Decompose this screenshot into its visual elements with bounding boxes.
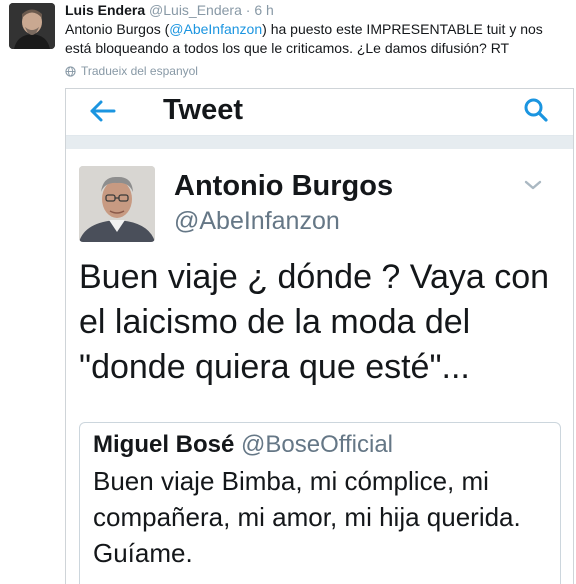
- author-name[interactable]: Luis Endera: [65, 2, 145, 18]
- quoted-tweet-text: Buen viaje Bimba, mi cómplice, mi compañ…: [93, 466, 521, 568]
- page-title: Tweet: [163, 94, 244, 126]
- quoted-author-handle: @BoseOfficial: [241, 431, 394, 458]
- outer-tweet: Luis Endera @Luis_Endera · 6 h Antonio B…: [0, 0, 576, 584]
- search-icon[interactable]: [523, 97, 549, 123]
- quoted-tweet[interactable]: Miguel Bosé @BoseOfficial Buen viaje Bim…: [79, 422, 561, 584]
- author-name[interactable]: Antonio Burgos: [174, 170, 393, 203]
- chevron-down-icon[interactable]: [523, 178, 543, 192]
- globe-icon: [65, 65, 76, 77]
- quoted-author-name: Miguel Bosé: [93, 431, 235, 458]
- tweet-detail: Antonio Burgos @AbeInfanzon Buen viaje ¿…: [66, 149, 573, 584]
- avatar[interactable]: [9, 3, 55, 49]
- tweet-body-text: Buen viaje ¿ dónde ? Vaya con el laicism…: [79, 258, 550, 386]
- app-topbar: Tweet: [66, 89, 573, 136]
- author-handle[interactable]: @Luis_Endera: [149, 2, 242, 18]
- tweet-header: Luis Endera @Luis_Endera · 6 h: [65, 1, 274, 19]
- quoted-tweet-header: Miguel Bosé @BoseOfficial: [93, 431, 393, 459]
- translate-label: Tradueix del espanyol: [81, 64, 198, 78]
- translate-link[interactable]: Tradueix del espanyol: [65, 64, 198, 78]
- back-arrow-icon[interactable]: [88, 99, 116, 123]
- tweet-text-part: Antonio Burgos (: [65, 21, 170, 37]
- separator-dot: ·: [245, 2, 251, 18]
- author-avatar[interactable]: [79, 166, 155, 242]
- author-handle[interactable]: @AbeInfanzon: [174, 207, 340, 236]
- mention-link[interactable]: @AbeInfanzon: [169, 21, 262, 37]
- tweet-text: Antonio Burgos (@AbeInfanzon) ha puesto …: [65, 20, 555, 58]
- divider: [66, 136, 573, 149]
- attached-screenshot[interactable]: Tweet Antonio Burgos @AbeInfanzon Buen v…: [65, 88, 574, 584]
- timestamp[interactable]: 6 h: [254, 2, 273, 18]
